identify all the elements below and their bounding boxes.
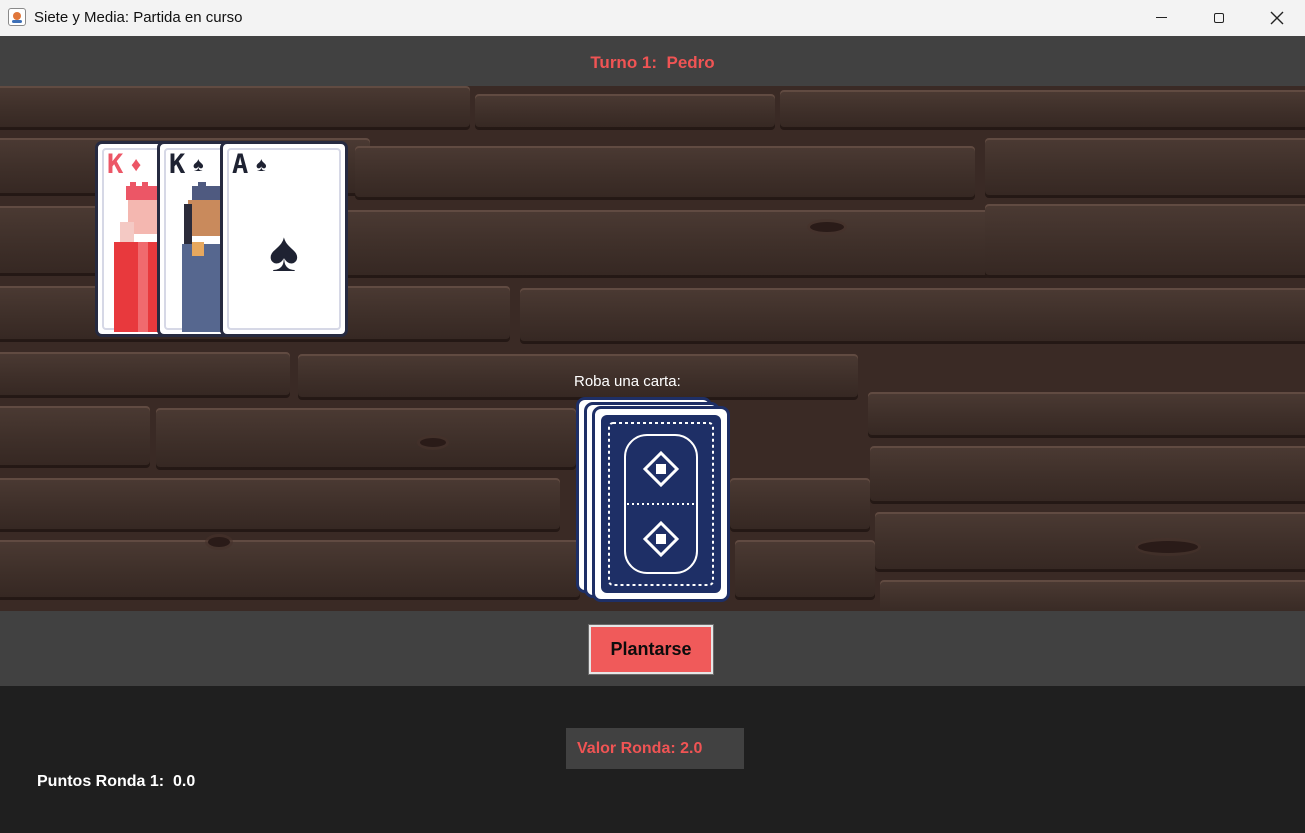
- minimize-icon: [1155, 17, 1167, 18]
- round-value-box: Valor Ronda: 2.0: [566, 728, 744, 769]
- hand-card: A ♠ ♠: [220, 141, 348, 337]
- draw-pile[interactable]: [575, 396, 731, 602]
- turn-header: Turno 1: Pedro: [0, 36, 1305, 86]
- window-title: Siete y Media: Partida en curso: [34, 9, 243, 26]
- wood-plank: [0, 352, 290, 398]
- wood-plank: [355, 146, 975, 200]
- card-rank: K: [107, 149, 124, 180]
- wood-plank: [0, 540, 580, 600]
- wood-knot: [810, 222, 844, 232]
- wood-plank: [985, 204, 1305, 278]
- wood-plank: [985, 138, 1305, 198]
- action-bar: Plantarse: [0, 611, 1305, 686]
- wood-plank: [300, 210, 990, 278]
- title-bar: Siete y Media: Partida en curso: [0, 0, 1305, 37]
- minimize-button[interactable]: [1132, 0, 1190, 35]
- card-rank: A: [232, 149, 249, 180]
- wood-plank: [0, 478, 560, 532]
- card-back-top[interactable]: [592, 406, 730, 602]
- spade-suit-icon: ♠: [256, 154, 267, 176]
- wood-knot: [208, 537, 230, 547]
- status-panel: Valor Ronda: 2.0 Puntos Ronda 1: 0.0: [0, 686, 1305, 833]
- wood-plank: [870, 446, 1305, 504]
- wood-plank: [780, 90, 1305, 130]
- wood-plank: [156, 408, 576, 470]
- spade-pip-icon: ♠: [269, 220, 299, 283]
- draw-label: Roba una carta:: [574, 373, 681, 390]
- wood-plank: [880, 580, 1305, 611]
- stand-button[interactable]: Plantarse: [589, 625, 713, 674]
- wood-knot: [420, 438, 446, 447]
- maximize-button[interactable]: [1190, 0, 1248, 35]
- card-table: K ♦ K ♠ A ♠ ♠ Roba una carta:: [0, 86, 1305, 611]
- java-cup-icon: [8, 8, 26, 26]
- wood-plank: [730, 478, 870, 532]
- wood-plank: [475, 94, 775, 130]
- wood-plank: [735, 540, 875, 600]
- card-back-pattern-icon: [601, 415, 721, 593]
- wood-plank: [875, 512, 1305, 572]
- close-button[interactable]: [1248, 0, 1305, 35]
- turn-label: Turno 1: Pedro: [590, 53, 715, 72]
- card-rank: K: [169, 149, 186, 180]
- maximize-icon: [1214, 12, 1224, 23]
- wood-plank: [0, 406, 150, 468]
- round-value-label: Valor Ronda: 2.0: [577, 740, 703, 757]
- close-icon: [1270, 11, 1284, 24]
- round-points-label: Puntos Ronda 1: 0.0: [37, 773, 196, 790]
- wood-plank: [0, 86, 470, 130]
- wood-knot: [1138, 541, 1198, 553]
- wood-plank: [868, 392, 1305, 438]
- spade-suit-icon: ♠: [193, 154, 204, 176]
- wood-plank: [520, 288, 1305, 344]
- diamond-suit-icon: ♦: [131, 154, 142, 176]
